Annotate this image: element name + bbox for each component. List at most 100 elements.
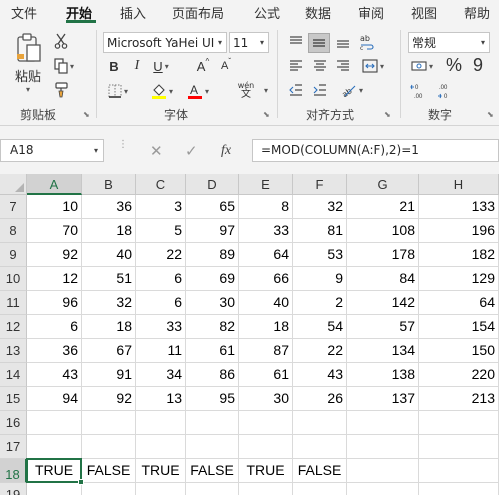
column-header-d[interactable]: D: [186, 174, 239, 195]
cell-b14[interactable]: 91: [82, 363, 136, 387]
cell-d10[interactable]: 69: [186, 267, 239, 291]
cell-d8[interactable]: 97: [186, 219, 239, 243]
cell-c17[interactable]: [136, 435, 186, 459]
cell-e18[interactable]: TRUE: [239, 459, 293, 483]
cell-d14[interactable]: 86: [186, 363, 239, 387]
cell-h17[interactable]: [419, 435, 499, 459]
row-header-14[interactable]: 14: [0, 363, 27, 387]
cell-a12[interactable]: 6: [27, 315, 82, 339]
align-bottom-button[interactable]: [333, 33, 353, 51]
fill-handle[interactable]: [78, 479, 84, 485]
cell-f7[interactable]: 32: [293, 195, 347, 219]
cell-b16[interactable]: [82, 411, 136, 435]
row-header-7[interactable]: 7: [0, 195, 27, 219]
cell-g7[interactable]: 21: [347, 195, 419, 219]
cell-f15[interactable]: 26: [293, 387, 347, 411]
row-header-16[interactable]: 16: [0, 411, 27, 435]
cell-d12[interactable]: 82: [186, 315, 239, 339]
cell-b15[interactable]: 92: [82, 387, 136, 411]
decrease-decimal-button[interactable]: .00 0: [434, 81, 456, 101]
merge-center-button[interactable]: ▾: [356, 57, 390, 75]
decrease-font-button[interactable]: Aˇ: [216, 57, 236, 75]
cell-h15[interactable]: 213: [419, 387, 499, 411]
cancel-icon[interactable]: ✕: [150, 142, 163, 160]
orientation-button[interactable]: ab ▾: [338, 81, 366, 99]
decrease-indent-button[interactable]: [286, 81, 306, 99]
row-header-8[interactable]: 8: [0, 219, 27, 243]
cell-c11[interactable]: 6: [136, 291, 186, 315]
cell-f18[interactable]: FALSE: [293, 459, 347, 483]
cell-a7[interactable]: 10: [27, 195, 82, 219]
alignment-launcher-icon[interactable]: ⬊: [384, 110, 391, 119]
cell-h12[interactable]: 154: [419, 315, 499, 339]
cell-d19[interactable]: [186, 483, 239, 495]
cell-a14[interactable]: 43: [27, 363, 82, 387]
cell-a10[interactable]: 12: [27, 267, 82, 291]
cell-b19[interactable]: [82, 483, 136, 495]
cell-b17[interactable]: [82, 435, 136, 459]
cell-h14[interactable]: 220: [419, 363, 499, 387]
tab-help[interactable]: 帮助: [464, 3, 490, 22]
cell-a18[interactable]: TRUE: [27, 459, 82, 483]
tab-page-layout[interactable]: 页面布局: [172, 3, 224, 22]
increase-indent-button[interactable]: [310, 81, 330, 99]
paste-dropdown-icon[interactable]: ▾: [26, 85, 30, 94]
tab-insert[interactable]: 插入: [120, 3, 146, 22]
cell-g14[interactable]: 138: [347, 363, 419, 387]
tab-file[interactable]: 文件: [11, 3, 37, 22]
name-box[interactable]: A18 ▾: [0, 139, 104, 162]
number-format-combo[interactable]: 常规 ▾: [408, 32, 490, 53]
cell-h8[interactable]: 196: [419, 219, 499, 243]
cell-d16[interactable]: [186, 411, 239, 435]
cell-a13[interactable]: 36: [27, 339, 82, 363]
cell-c19[interactable]: [136, 483, 186, 495]
cut-button[interactable]: [52, 32, 70, 50]
align-center-button[interactable]: [310, 57, 330, 75]
increase-font-button[interactable]: A ^: [193, 57, 213, 75]
cell-e10[interactable]: 66: [239, 267, 293, 291]
cell-b18[interactable]: FALSE: [82, 459, 136, 483]
cell-a19[interactable]: [27, 483, 82, 495]
cell-g17[interactable]: [347, 435, 419, 459]
column-header-h[interactable]: H: [419, 174, 499, 195]
cell-g8[interactable]: 108: [347, 219, 419, 243]
tab-formulas[interactable]: 公式: [254, 3, 280, 22]
cell-b12[interactable]: 18: [82, 315, 136, 339]
cell-a9[interactable]: 92: [27, 243, 82, 267]
row-header-18[interactable]: 18: [0, 459, 27, 483]
font-size-combo[interactable]: 11 ▾: [229, 32, 269, 53]
cell-g10[interactable]: 84: [347, 267, 419, 291]
cell-g16[interactable]: [347, 411, 419, 435]
cell-b13[interactable]: 67: [82, 339, 136, 363]
cell-b11[interactable]: 32: [82, 291, 136, 315]
cell-c7[interactable]: 3: [136, 195, 186, 219]
select-all-button[interactable]: [0, 174, 27, 195]
tab-review[interactable]: 审阅: [358, 3, 384, 22]
cell-c9[interactable]: 22: [136, 243, 186, 267]
cell-f12[interactable]: 54: [293, 315, 347, 339]
cell-e16[interactable]: [239, 411, 293, 435]
cell-e15[interactable]: 30: [239, 387, 293, 411]
cell-g18[interactable]: [347, 459, 419, 483]
row-header-9[interactable]: 9: [0, 243, 27, 267]
cell-f17[interactable]: [293, 435, 347, 459]
row-header-17[interactable]: 17: [0, 435, 27, 459]
cell-g15[interactable]: 137: [347, 387, 419, 411]
cell-f10[interactable]: 9: [293, 267, 347, 291]
cell-f19[interactable]: [293, 483, 347, 495]
cell-b9[interactable]: 40: [82, 243, 136, 267]
row-header-19[interactable]: 19: [0, 483, 27, 495]
cell-d15[interactable]: 95: [186, 387, 239, 411]
column-header-g[interactable]: G: [347, 174, 419, 195]
cell-d13[interactable]: 61: [186, 339, 239, 363]
cell-a17[interactable]: [27, 435, 82, 459]
column-header-f[interactable]: F: [293, 174, 347, 195]
cell-h19[interactable]: [419, 483, 499, 495]
cell-d11[interactable]: 30: [186, 291, 239, 315]
cell-d18[interactable]: FALSE: [186, 459, 239, 483]
clipboard-launcher-icon[interactable]: ⬊: [83, 110, 90, 119]
number-launcher-icon[interactable]: ⬊: [487, 110, 494, 119]
phonetic-button[interactable]: wén 文: [232, 80, 260, 102]
cell-c12[interactable]: 33: [136, 315, 186, 339]
enter-icon[interactable]: ✓: [185, 142, 198, 160]
